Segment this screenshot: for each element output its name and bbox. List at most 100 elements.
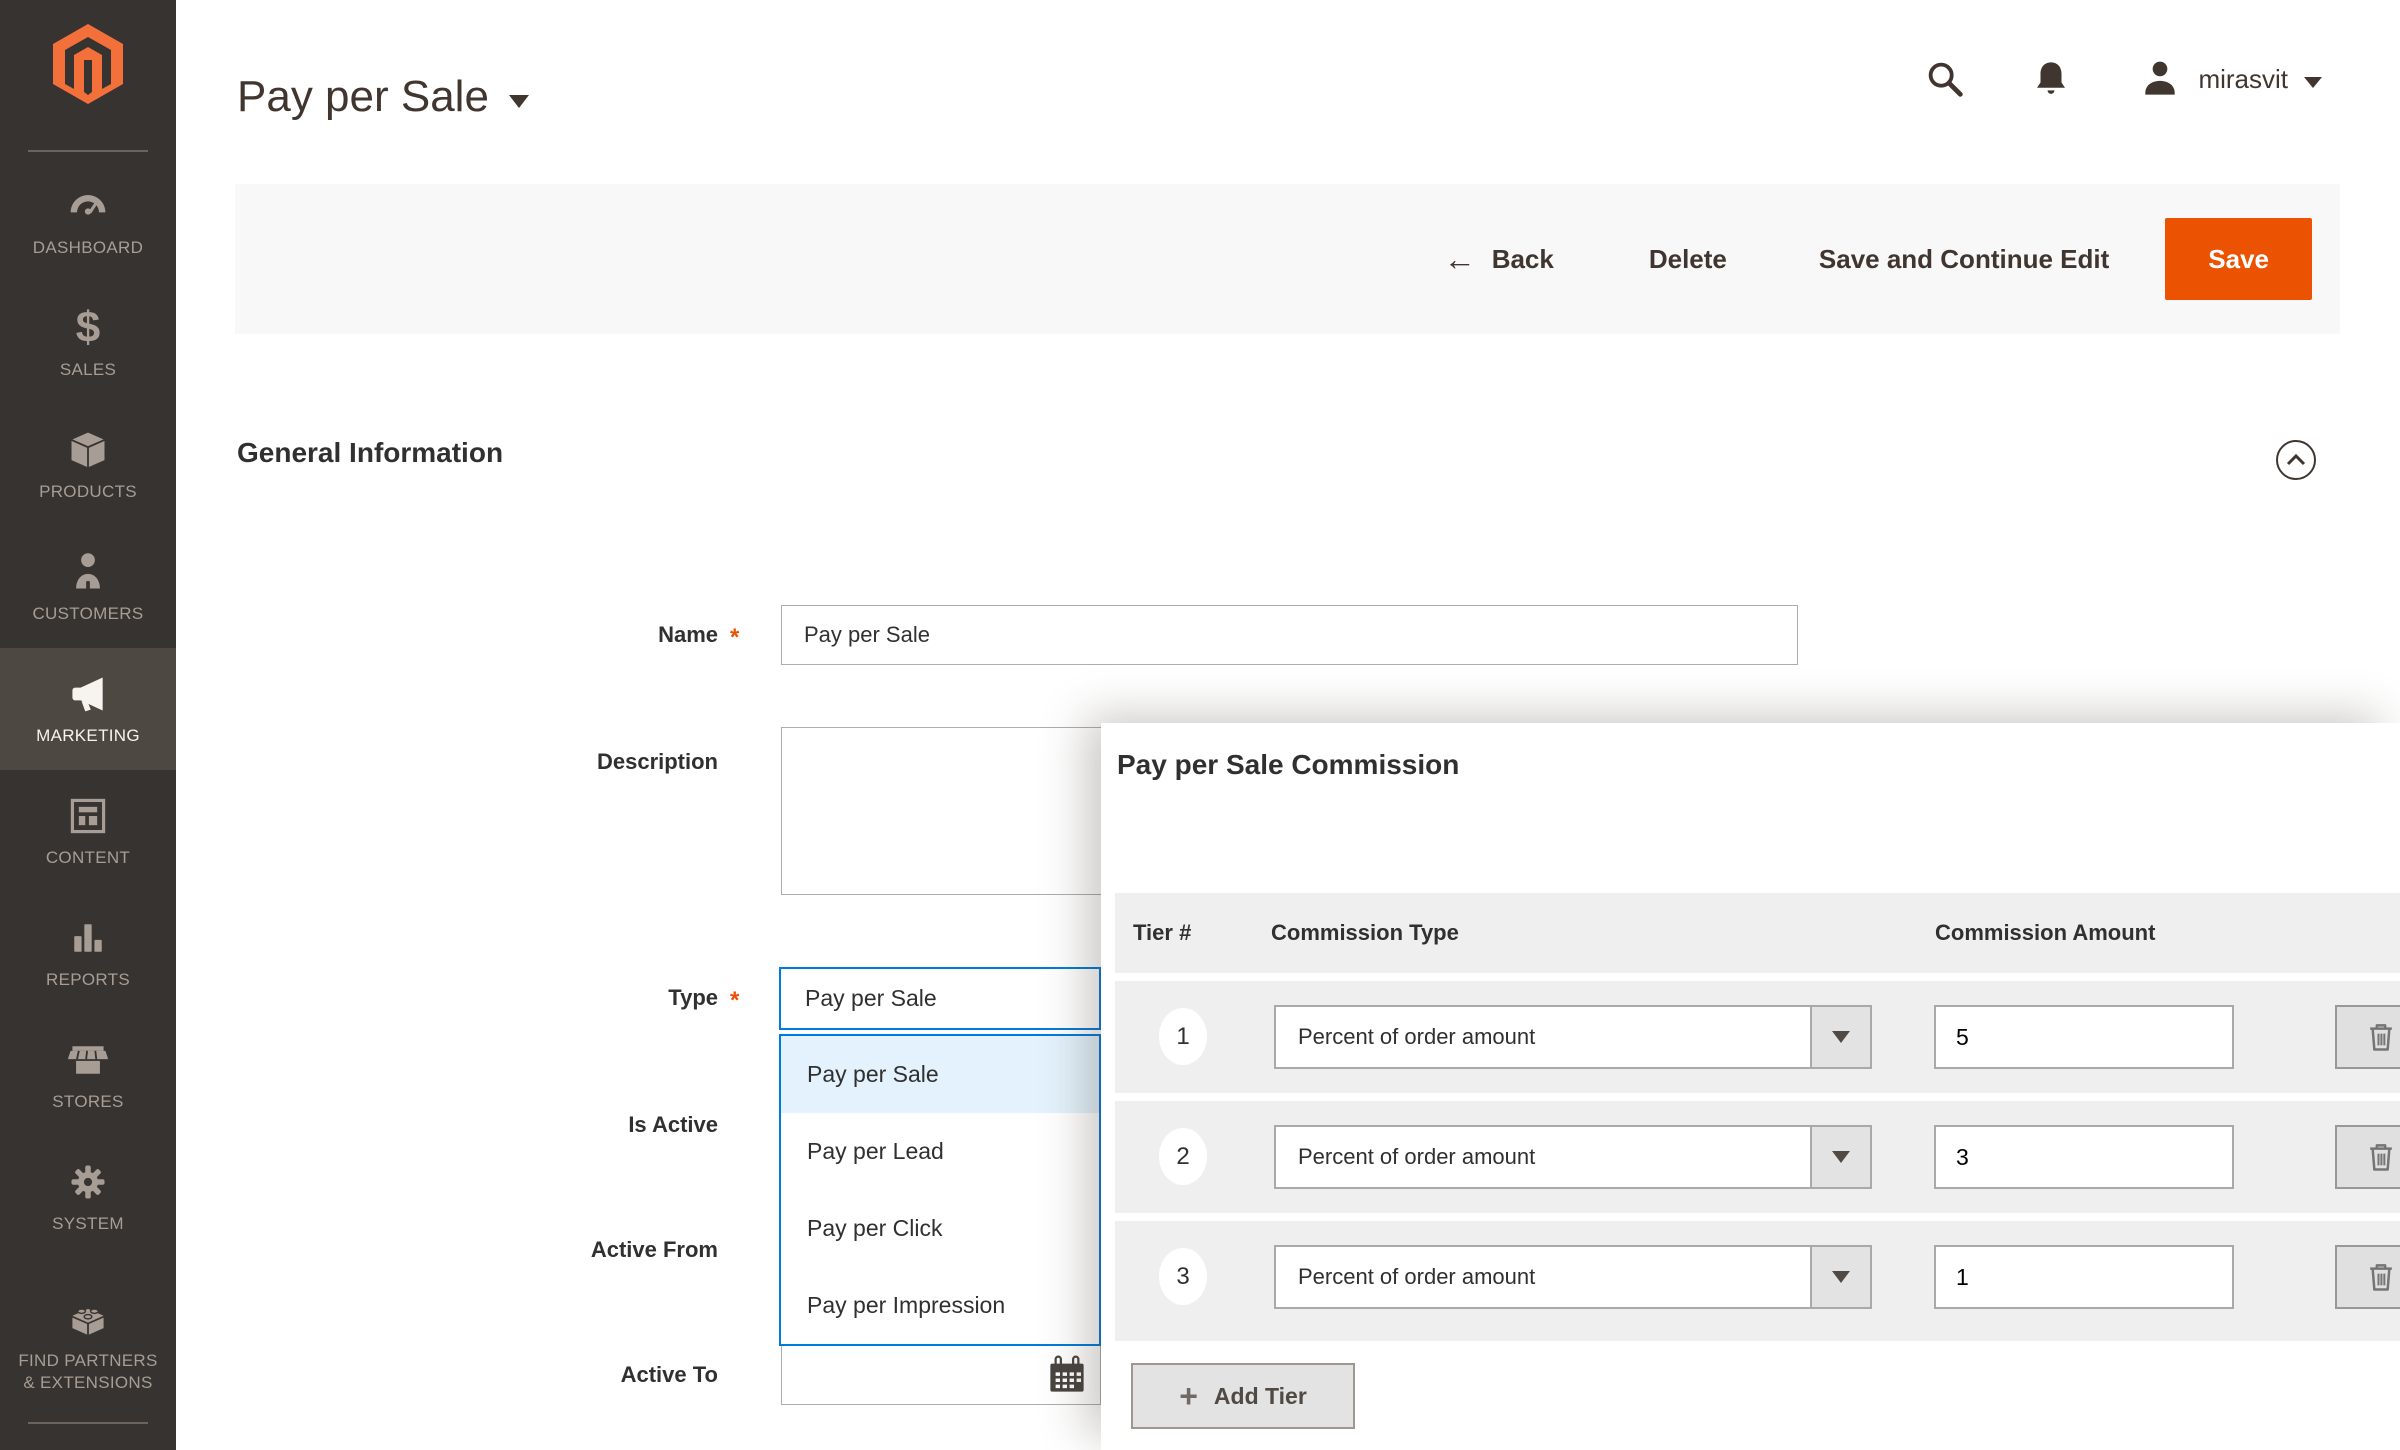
sidebar-item-label: REPORTS: [46, 969, 130, 991]
system-icon: [64, 1160, 112, 1204]
type-select-value: Pay per Sale: [805, 985, 937, 1012]
user-avatar-icon: [2138, 57, 2182, 101]
commission-amount-input[interactable]: [1934, 1005, 2234, 1069]
sales-icon: $: [76, 306, 100, 350]
page-title: Pay per Sale: [237, 72, 489, 122]
caret-down-icon: [1832, 1031, 1850, 1043]
type-select[interactable]: Pay per Sale: [779, 967, 1101, 1030]
tier-number-badge: 2: [1159, 1128, 1207, 1185]
customers-icon: [64, 550, 112, 594]
user-menu[interactable]: mirasvit: [2138, 57, 2322, 101]
active-to-label: Active To: [230, 1361, 718, 1389]
chevron-up-icon: [2286, 454, 2306, 466]
save-button[interactable]: Save: [2165, 218, 2312, 300]
sidebar-item-content[interactable]: CONTENT: [0, 770, 176, 892]
commission-type-select[interactable]: Percent of order amount: [1274, 1005, 1872, 1069]
calendar-icon[interactable]: [1046, 1354, 1088, 1396]
delete-tier-button[interactable]: [2335, 1005, 2400, 1069]
sidebar-nav: DASHBOARD $ SALES PRODUCTS: [0, 160, 176, 1420]
description-label: Description: [230, 748, 718, 776]
reports-icon: [64, 916, 112, 960]
delete-tier-button[interactable]: [2335, 1245, 2400, 1309]
tier-number-badge: 3: [1159, 1248, 1207, 1305]
sidebar-item-find-partners[interactable]: FIND PARTNERS & EXTENSIONS: [0, 1270, 176, 1420]
commission-panel: Pay per Sale Commission Tier # Commissio…: [1101, 723, 2400, 1450]
type-option-pay-per-click[interactable]: Pay per Click: [781, 1190, 1099, 1267]
search-icon[interactable]: [1922, 56, 1968, 102]
name-input[interactable]: [781, 605, 1798, 665]
sidebar-item-label: DASHBOARD: [33, 237, 143, 259]
type-option-pay-per-impression[interactable]: Pay per Impression: [781, 1267, 1099, 1344]
commission-type-value: Percent of order amount: [1298, 1024, 1535, 1050]
save-and-continue-button[interactable]: Save and Continue Edit: [1819, 244, 2109, 275]
caret-down-icon: [1832, 1151, 1850, 1163]
dashboard-icon: [64, 184, 112, 228]
sidebar-item-label: FIND PARTNERS & EXTENSIONS: [13, 1350, 163, 1394]
products-icon: [64, 428, 112, 472]
sidebar-divider: [28, 1422, 148, 1424]
commission-type-value: Percent of order amount: [1298, 1144, 1535, 1170]
collapse-section-button[interactable]: [2276, 440, 2316, 480]
name-required-mark: *: [730, 624, 760, 652]
type-dropdown-list: Pay per Sale Pay per Lead Pay per Click …: [779, 1034, 1101, 1346]
commission-type-select[interactable]: Percent of order amount: [1274, 1125, 1872, 1189]
select-arrow-button[interactable]: [1810, 1247, 1870, 1307]
delete-button[interactable]: Delete: [1649, 244, 1727, 275]
plus-icon: +: [1179, 1380, 1198, 1412]
user-caret-down-icon: [2304, 77, 2322, 88]
notifications-bell-icon[interactable]: [2030, 57, 2072, 101]
caret-down-icon: [1832, 1271, 1850, 1283]
sidebar-item-customers[interactable]: CUSTOMERS: [0, 526, 176, 648]
find-partners-icon: [64, 1297, 112, 1341]
commission-amount-input[interactable]: [1934, 1245, 2234, 1309]
type-option-pay-per-lead[interactable]: Pay per Lead: [781, 1113, 1099, 1190]
select-arrow-button[interactable]: [1810, 1007, 1870, 1067]
sidebar-item-label: CUSTOMERS: [32, 603, 143, 625]
magento-logo-icon[interactable]: [53, 24, 123, 104]
sidebar-item-label: CONTENT: [46, 847, 130, 869]
table-row: 1 Percent of order amount: [1115, 981, 2400, 1093]
select-arrow-button[interactable]: [1810, 1127, 1870, 1187]
delete-tier-button[interactable]: [2335, 1125, 2400, 1189]
sidebar-item-label: PRODUCTS: [39, 481, 137, 503]
add-tier-label: Add Tier: [1214, 1383, 1307, 1410]
active-from-label: Active From: [230, 1236, 718, 1264]
commission-type-column-header: Commission Type: [1271, 893, 1459, 973]
back-label: Back: [1492, 244, 1554, 275]
tier-number-badge: 1: [1159, 1008, 1207, 1065]
commission-type-value: Percent of order amount: [1298, 1264, 1535, 1290]
sidebar-item-label: MARKETING: [36, 725, 140, 747]
tier-column-header: Tier #: [1133, 893, 1191, 973]
sidebar-item-system[interactable]: SYSTEM: [0, 1136, 176, 1258]
table-row: 3 Percent of order amount: [1115, 1221, 2400, 1341]
commission-type-select[interactable]: Percent of order amount: [1274, 1245, 1872, 1309]
commission-table-header: Tier # Commission Type Commission Amount: [1115, 893, 2400, 973]
name-label: Name: [230, 621, 718, 649]
sidebar-item-dashboard[interactable]: DASHBOARD: [0, 160, 176, 282]
sidebar-item-stores[interactable]: STORES: [0, 1014, 176, 1136]
add-tier-button[interactable]: + Add Tier: [1131, 1363, 1355, 1429]
trash-icon: [2361, 1135, 2400, 1179]
commission-amount-input[interactable]: [1934, 1125, 2234, 1189]
type-option-pay-per-sale[interactable]: Pay per Sale: [781, 1036, 1099, 1113]
sidebar-item-label: SYSTEM: [52, 1213, 124, 1235]
page-title-row: Pay per Sale: [237, 72, 529, 122]
page-actions-toolbar: ← Back Delete Save and Continue Edit Sav…: [235, 184, 2340, 334]
title-caret-down-icon[interactable]: [509, 95, 529, 108]
sidebar-item-sales[interactable]: $ SALES: [0, 282, 176, 404]
sidebar: DASHBOARD $ SALES PRODUCTS: [0, 0, 176, 1450]
type-required-mark: *: [730, 987, 760, 1015]
stores-icon: [64, 1038, 112, 1082]
sidebar-item-reports[interactable]: REPORTS: [0, 892, 176, 1014]
section-title: General Information: [237, 437, 503, 469]
user-name: mirasvit: [2198, 64, 2288, 95]
back-button[interactable]: ← Back: [1444, 241, 1554, 278]
trash-icon: [2361, 1015, 2400, 1059]
is-active-label: Is Active: [230, 1111, 718, 1139]
sidebar-item-products[interactable]: PRODUCTS: [0, 404, 176, 526]
marketing-icon: [64, 672, 112, 716]
table-row: 2 Percent of order amount: [1115, 1101, 2400, 1213]
sidebar-item-label: STORES: [52, 1091, 123, 1113]
sidebar-item-marketing[interactable]: MARKETING: [0, 648, 176, 770]
sidebar-divider: [28, 150, 148, 152]
